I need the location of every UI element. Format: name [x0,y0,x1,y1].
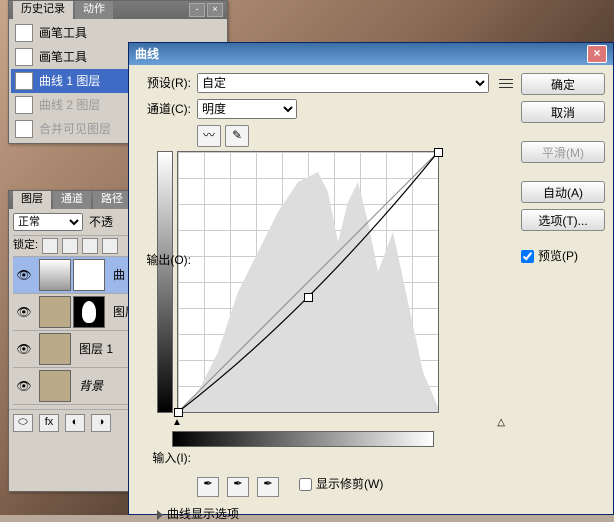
history-label: 画笔工具 [39,50,87,64]
lock-position-icon[interactable] [82,238,98,254]
blend-mode-select[interactable]: 正常 [13,213,83,231]
tab-actions[interactable]: 动作 [75,1,113,18]
history-label: 曲线 2 图层 [39,98,100,112]
channel-select[interactable]: 明度 [197,99,297,119]
input-gradient [172,431,434,447]
input-label: 输入(I): [137,451,191,465]
curves-dialog: 曲线 × 预设(R): 自定 通道(C): 明度 〰 ✎ 输出(O): [128,42,614,515]
layer-thumb[interactable] [39,296,71,328]
layer-row[interactable]: 👁 图层 1 [13,331,137,368]
layer-row[interactable]: 👁 曲 [13,257,137,294]
channel-label: 通道(C): [137,102,191,116]
show-clipping-checkbox[interactable]: 显示修剪(W) [299,477,383,491]
layers-tabs: 图层 通道 路径 [9,191,141,209]
auto-button[interactable]: 自动(A) [521,181,605,203]
minimize-icon[interactable]: - [189,3,205,17]
link-icon[interactable]: ⬭ [13,414,33,432]
visibility-icon[interactable]: 👁 [13,305,35,319]
curve-point[interactable] [304,293,313,302]
white-point-eyedropper-icon[interactable]: ✒ [257,477,279,497]
dialog-titlebar[interactable]: 曲线 × [129,43,613,65]
mask-thumb[interactable] [73,296,105,328]
dialog-title: 曲线 [135,47,159,61]
eyedroppers: ✒ ✒ ✒ [197,477,279,497]
lock-pixels-icon[interactable] [62,238,78,254]
gray-point-eyedropper-icon[interactable]: ✒ [227,477,249,497]
layer-thumb[interactable] [39,333,71,365]
preview-label: 预览(P) [538,249,578,263]
curve-point[interactable] [174,408,183,417]
cancel-button[interactable]: 取消 [521,101,605,123]
layer-row[interactable]: 👁 背景 [13,368,137,405]
curve-graph[interactable] [177,151,439,413]
close-icon[interactable]: × [587,45,607,63]
visibility-icon[interactable]: 👁 [13,342,35,356]
layer-name: 背景 [75,379,103,393]
merge-icon [15,120,33,138]
tab-history[interactable]: 历史记录 [13,1,73,18]
layer-thumb[interactable] [39,370,71,402]
brush-icon [15,24,33,42]
preset-select[interactable]: 自定 [197,73,489,93]
tab-paths[interactable]: 路径 [93,191,131,208]
mask-thumb[interactable] [73,259,105,291]
tab-channels[interactable]: 通道 [53,191,91,208]
fx-icon[interactable]: fx [39,414,59,432]
preset-label: 预设(R): [137,76,191,90]
preview-checkbox[interactable]: 预览(P) [521,249,605,263]
curve-point[interactable] [434,148,443,157]
history-tabs: 历史记录 动作 -× [9,1,227,19]
pencil-tool-icon[interactable]: ✎ [225,125,249,147]
tab-layers[interactable]: 图层 [13,191,51,208]
lock-row: 锁定: [13,235,137,257]
options-button[interactable]: 选项(T)... [521,209,605,231]
lock-all-icon[interactable] [102,238,118,254]
lock-label: 锁定: [13,239,38,252]
history-label: 合并可见图层 [39,122,111,136]
layers-footer: ⬭ fx ◐ ◑ [9,409,141,436]
visibility-icon[interactable]: 👁 [13,379,35,393]
ok-button[interactable]: 确定 [521,73,605,95]
preset-menu-icon[interactable] [499,77,513,89]
visibility-icon[interactable]: 👁 [13,268,35,282]
curve-svg [178,152,438,412]
black-point-eyedropper-icon[interactable]: ✒ [197,477,219,497]
layer-name: 曲 [109,268,125,282]
mask-icon[interactable]: ◐ [65,414,85,432]
layers-panel: 图层 通道 路径 正常 不透 锁定: 👁 曲 👁 图层 👁 图层 1 👁 背景 … [8,190,142,492]
layer-row[interactable]: 👁 图层 [13,294,137,331]
curves-icon [15,72,33,90]
output-label: 输出(O): [137,253,191,267]
layer-thumb[interactable] [39,259,71,291]
show-clipping-label: 显示修剪(W) [316,477,383,491]
smooth-button[interactable]: 平滑(M) [521,141,605,163]
history-label: 画笔工具 [39,26,87,40]
opacity-label: 不透 [89,215,113,229]
curves-icon [15,96,33,114]
close-icon[interactable]: × [207,3,223,17]
history-label: 曲线 1 图层 [39,74,100,88]
output-gradient [157,151,173,413]
adjustment-icon[interactable]: ◑ [91,414,111,432]
curve-tool-icon[interactable]: 〰 [197,125,221,147]
brush-icon [15,48,33,66]
layer-name: 图层 1 [75,342,113,356]
lock-transparent-icon[interactable] [42,238,58,254]
